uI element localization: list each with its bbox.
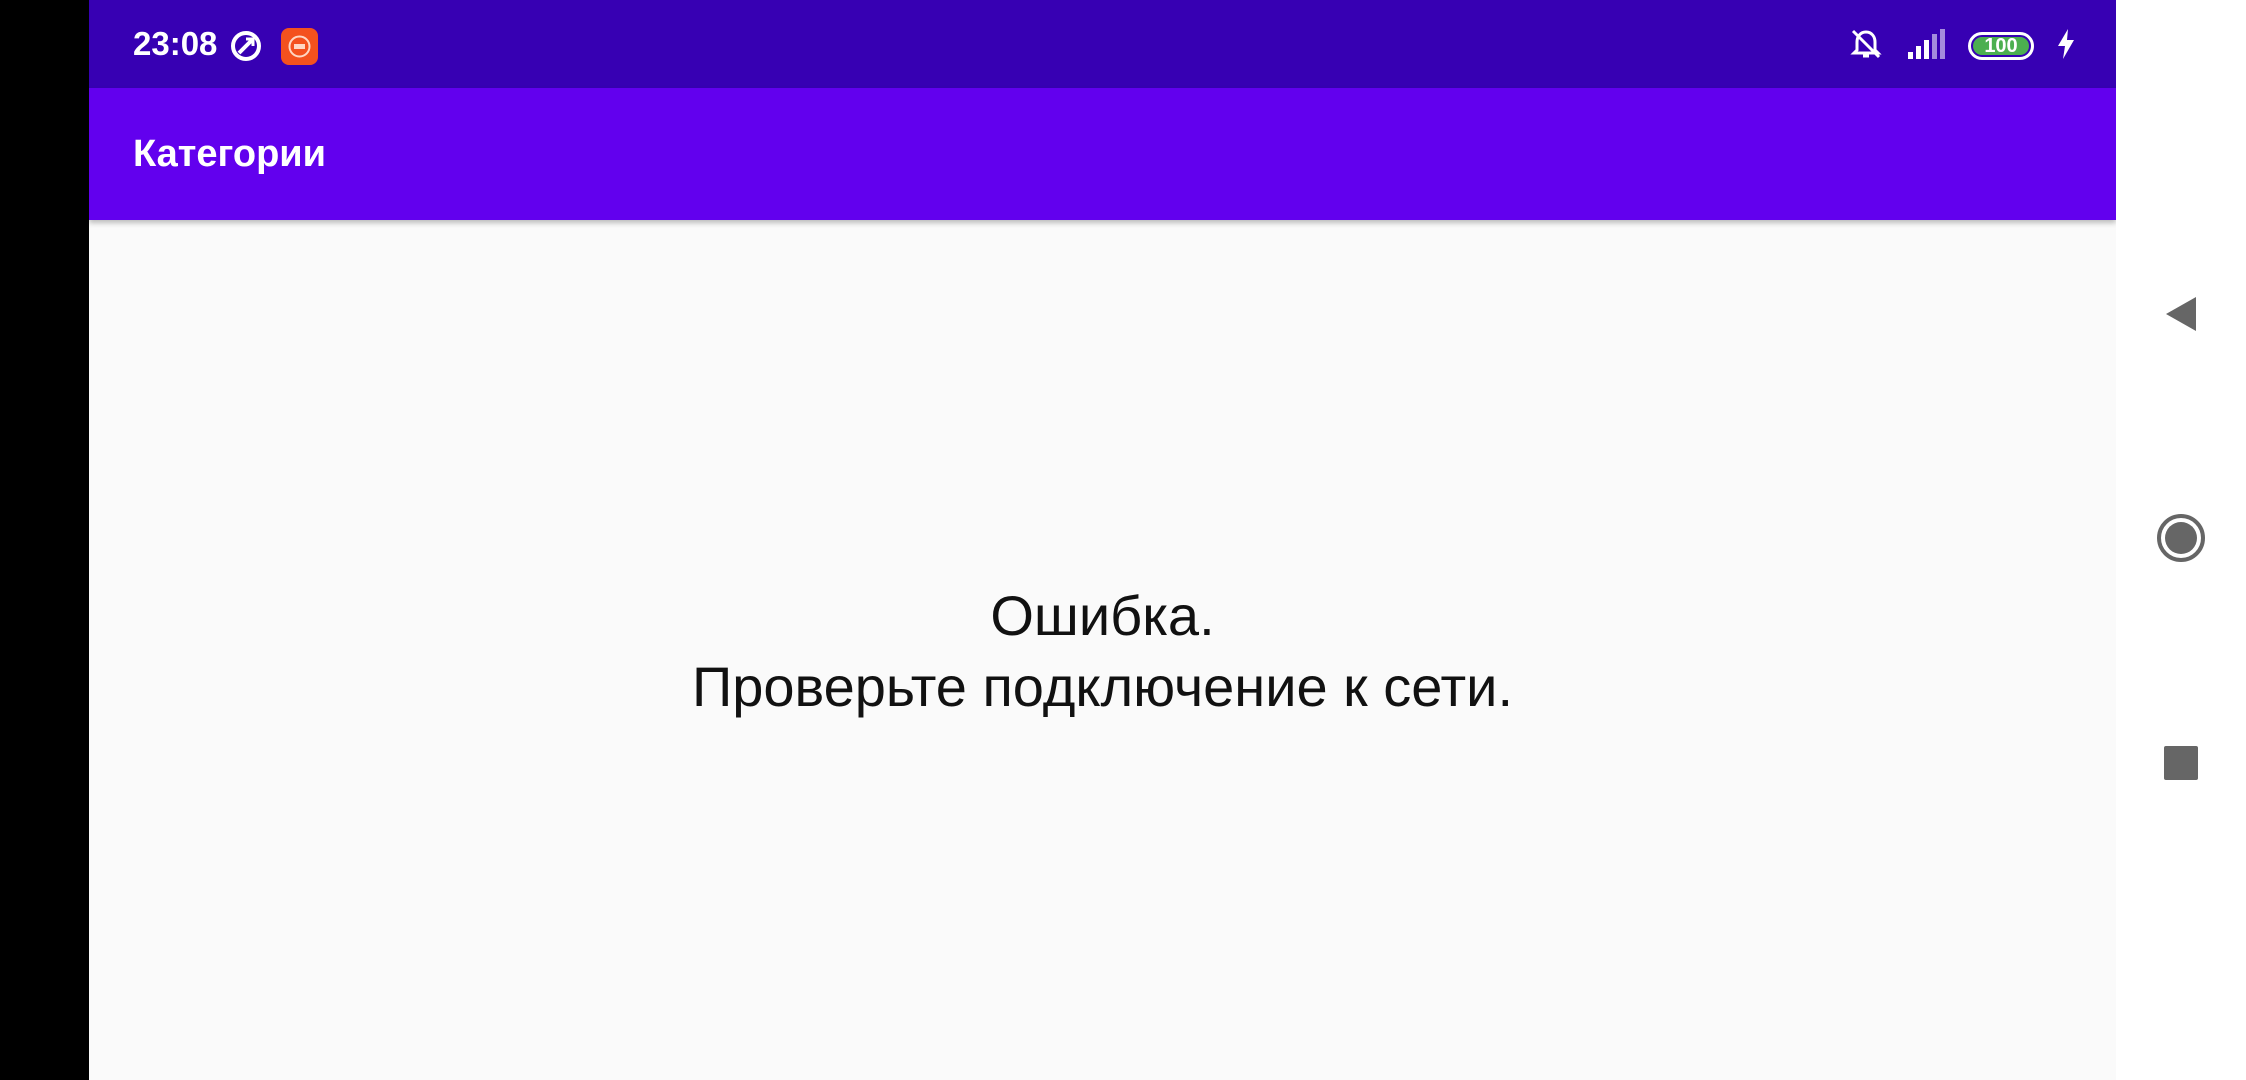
app-window: 23:08 100 Категории Ошибка. Проверьте по… bbox=[89, 0, 2116, 1080]
back-button[interactable] bbox=[2116, 286, 2246, 346]
error-title: Ошибка. bbox=[990, 584, 1215, 647]
main-content: Ошибка. Проверьте подключение к сети. bbox=[89, 220, 2116, 1080]
navigation-bar bbox=[2116, 0, 2246, 1080]
recents-icon bbox=[2163, 745, 2199, 786]
charging-icon bbox=[2056, 28, 2076, 65]
screen-cutout-area bbox=[0, 0, 89, 1080]
status-bar: 23:08 100 bbox=[89, 0, 2116, 88]
battery-level: 100 bbox=[1984, 35, 2018, 57]
home-button[interactable] bbox=[2116, 510, 2246, 570]
page-title: Категории bbox=[133, 133, 327, 175]
battery-icon: 100 bbox=[1968, 32, 2034, 60]
home-icon bbox=[2155, 512, 2207, 569]
device-screen: 23:08 100 Категории Ошибка. Проверьте по… bbox=[0, 0, 2246, 1080]
error-message: Ошибка. Проверьте подключение к сети. bbox=[89, 580, 2116, 722]
signal-icon bbox=[1906, 28, 1946, 65]
mute-bell-icon bbox=[1848, 26, 1884, 67]
autorotate-icon bbox=[229, 29, 263, 63]
status-icons-right: 100 bbox=[1848, 26, 2076, 66]
error-detail: Проверьте подключение к сети. bbox=[691, 655, 1514, 718]
recents-button[interactable] bbox=[2116, 735, 2246, 795]
app-notification-icon bbox=[281, 28, 318, 65]
status-time: 23:08 bbox=[133, 25, 218, 62]
back-icon bbox=[2163, 294, 2199, 339]
app-toolbar: Категории bbox=[89, 88, 2116, 220]
